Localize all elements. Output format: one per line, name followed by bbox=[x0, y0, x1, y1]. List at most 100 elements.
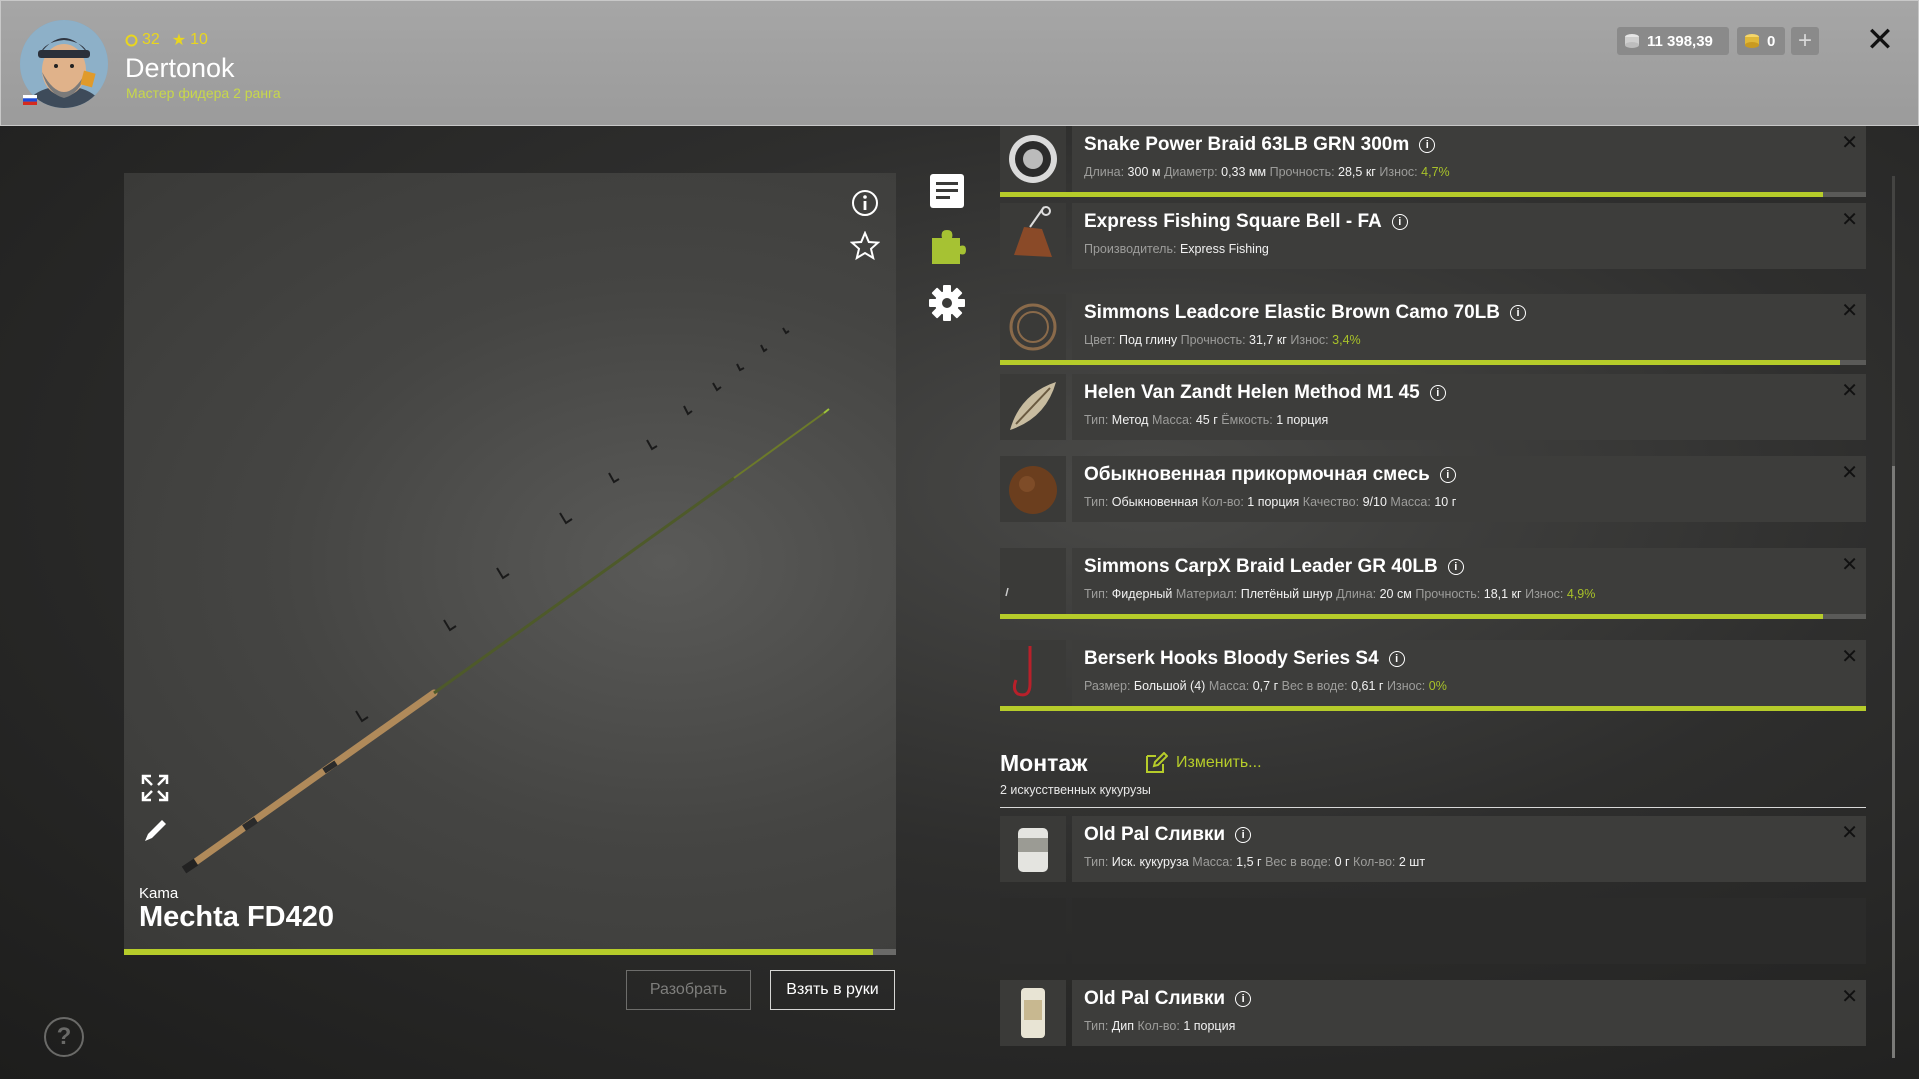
item-details[interactable]: Simmons CarpX Braid Leader GR 40LB i Тип: … bbox=[1072, 548, 1866, 614]
item-title-text: Обыкновенная прикормочная смесь bbox=[1084, 464, 1430, 485]
item-thumbnail-image bbox=[1010, 382, 1056, 430]
bait-title: Old Pal Сливки i bbox=[1084, 988, 1252, 1010]
wear-value: 3,4% bbox=[1332, 333, 1361, 347]
property-label: Масса: bbox=[1208, 679, 1253, 693]
remove-item-button[interactable]: ✕ bbox=[1841, 820, 1858, 845]
item-details[interactable]: Express Fishing Square Bell - FA i Произво… bbox=[1072, 203, 1866, 269]
item-title: Snake Power Braid 63LB GRN 300m i bbox=[1084, 134, 1436, 156]
empty-slot[interactable] bbox=[1000, 898, 1866, 964]
item-thumbnail[interactable] bbox=[1000, 203, 1066, 269]
empty-slot-thumb bbox=[1000, 898, 1066, 964]
item-details[interactable]: Snake Power Braid 63LB GRN 300m i Длина: 3… bbox=[1072, 126, 1866, 192]
item-thumbnail-image bbox=[1005, 587, 1009, 597]
item-row[interactable]: Berserk Hooks Bloody Series S4 i Размер: Б… bbox=[1000, 640, 1866, 711]
gold-amount: 0 bbox=[1767, 32, 1776, 50]
item-row[interactable]: Simmons Leadcore Elastic Brown Camo 70LB… bbox=[1000, 294, 1866, 365]
item-row[interactable]: Snake Power Braid 63LB GRN 300m i Длина: 3… bbox=[1000, 126, 1866, 197]
wear-label: Износ: bbox=[1386, 679, 1429, 693]
item-condition-fill bbox=[1000, 706, 1866, 711]
bait-thumbnail-image bbox=[1021, 988, 1045, 1038]
scrollbar-thumb[interactable] bbox=[1892, 466, 1895, 1058]
expand-icon[interactable] bbox=[140, 773, 170, 803]
item-row[interactable]: Express Fishing Square Bell - FA i Произво… bbox=[1000, 203, 1866, 269]
bait-row[interactable]: Old Pal Сливки i Тип: Дип Кол-во: 1 порция… bbox=[1000, 980, 1866, 1046]
item-row[interactable]: Simmons CarpX Braid Leader GR 40LB i Тип: … bbox=[1000, 548, 1866, 619]
item-title: Berserk Hooks Bloody Series S4 i bbox=[1084, 648, 1405, 670]
help-button[interactable]: ? bbox=[44, 1017, 84, 1057]
property-value: 28,5 кг bbox=[1338, 165, 1376, 179]
puzzle-icon[interactable] bbox=[928, 228, 966, 266]
rename-pen-icon[interactable] bbox=[140, 816, 170, 846]
close-button[interactable]: ✕ bbox=[1865, 23, 1895, 57]
item-details[interactable]: Обыкновенная прикормочная смесь i Тип: Обы… bbox=[1072, 456, 1866, 522]
info-icon[interactable]: i bbox=[1439, 467, 1456, 483]
remove-item-button[interactable]: ✕ bbox=[1841, 552, 1858, 577]
add-currency-button[interactable]: + bbox=[1791, 27, 1819, 55]
item-title-text: Simmons Leadcore Elastic Brown Camo 70LB bbox=[1084, 302, 1501, 323]
info-icon[interactable]: i bbox=[1391, 214, 1408, 230]
item-properties: Размер: Большой (4) Масса: 0,7 г Вес в в… bbox=[1084, 679, 1447, 693]
property-label: Кол-во: bbox=[1137, 1019, 1184, 1033]
property-label: Длина: bbox=[1084, 165, 1128, 179]
item-thumbnail[interactable] bbox=[1000, 294, 1066, 360]
info-icon[interactable]: i bbox=[1447, 559, 1464, 575]
item-details[interactable]: Berserk Hooks Bloody Series S4 i Размер: Б… bbox=[1072, 640, 1866, 706]
level-stat: 32 bbox=[125, 31, 160, 49]
bait-thumbnail[interactable] bbox=[1000, 816, 1066, 882]
disassemble-button[interactable]: Разобрать bbox=[626, 970, 751, 1010]
remove-item-button[interactable]: ✕ bbox=[1841, 298, 1858, 323]
info-icon[interactable]: i bbox=[1429, 385, 1446, 401]
gear-icon[interactable] bbox=[928, 284, 966, 322]
info-icon[interactable]: i bbox=[1419, 137, 1436, 153]
profile-header: 32 ★ 10 Dertonok Мастер фидера 2 ранга 1… bbox=[0, 0, 1919, 126]
take-in-hands-button[interactable]: Взять в руки bbox=[770, 970, 895, 1010]
remove-item-button[interactable]: ✕ bbox=[1841, 378, 1858, 403]
montage-edit-button[interactable]: Изменить... bbox=[1144, 752, 1262, 774]
wear-value: 4,7% bbox=[1421, 165, 1450, 179]
item-thumbnail[interactable] bbox=[1000, 456, 1066, 522]
item-properties: Производитель: Express Fishing bbox=[1084, 242, 1269, 256]
item-properties: Длина: 300 м Диаметр: 0,33 мм Прочность:… bbox=[1084, 165, 1450, 179]
property-value: Фидерный bbox=[1111, 587, 1173, 601]
silver-balance[interactable]: 11 398,39 bbox=[1617, 27, 1729, 55]
bait-details[interactable]: Old Pal Сливки i Тип: Дип Кол-во: 1 порция… bbox=[1072, 980, 1866, 1046]
remove-item-button[interactable]: ✕ bbox=[1841, 984, 1858, 1009]
item-thumbnail[interactable] bbox=[1000, 640, 1066, 706]
property-label: Прочность: bbox=[1180, 333, 1250, 347]
remove-item-button[interactable]: ✕ bbox=[1841, 644, 1858, 669]
rod-info-icon[interactable] bbox=[850, 188, 880, 218]
property-label: Прочность: bbox=[1415, 587, 1484, 601]
property-label: Вес в воде: bbox=[1281, 679, 1352, 693]
info-icon[interactable]: i bbox=[1235, 827, 1252, 843]
property-label: Тип: bbox=[1084, 855, 1112, 869]
gold-balance[interactable]: 0 bbox=[1737, 27, 1785, 55]
rod-image[interactable] bbox=[124, 173, 896, 949]
item-condition-bar bbox=[1000, 614, 1866, 619]
info-icon[interactable]: i bbox=[1388, 651, 1405, 667]
item-thumbnail[interactable] bbox=[1000, 126, 1066, 192]
item-thumbnail-image bbox=[1009, 303, 1057, 351]
remove-item-button[interactable]: ✕ bbox=[1841, 130, 1858, 155]
bait-row[interactable]: Old Pal Сливки i Тип: Иск. кукуруза Масса:… bbox=[1000, 816, 1866, 882]
item-row[interactable]: Helen Van Zandt Helen Method M1 45 i Тип: … bbox=[1000, 374, 1866, 440]
bait-thumbnail[interactable] bbox=[1000, 980, 1066, 1046]
item-thumbnail[interactable] bbox=[1000, 374, 1066, 440]
remove-item-button[interactable]: ✕ bbox=[1841, 207, 1858, 232]
item-details[interactable]: Helen Van Zandt Helen Method M1 45 i Тип: … bbox=[1072, 374, 1866, 440]
info-icon[interactable]: i bbox=[1235, 991, 1252, 1007]
property-value: 9/10 bbox=[1362, 495, 1387, 509]
item-details[interactable]: Simmons Leadcore Elastic Brown Camo 70LB… bbox=[1072, 294, 1866, 360]
info-icon[interactable]: i bbox=[1510, 305, 1527, 321]
item-thumbnail[interactable] bbox=[1000, 548, 1066, 614]
item-title-text: Simmons CarpX Braid Leader GR 40LB bbox=[1084, 556, 1438, 577]
property-value: Плетёный шнур bbox=[1240, 587, 1333, 601]
bait-properties: Тип: Дип Кол-во: 1 порция bbox=[1084, 1019, 1235, 1033]
list-icon[interactable] bbox=[928, 172, 966, 210]
favorite-star-icon[interactable] bbox=[850, 231, 880, 261]
item-properties: Тип: Метод Масса: 45 г Ёмкость: 1 порция bbox=[1084, 413, 1328, 427]
silver-coins-icon bbox=[1625, 34, 1639, 48]
bait-details[interactable]: Old Pal Сливки i Тип: Иск. кукуруза Масса:… bbox=[1072, 816, 1866, 882]
item-condition-fill bbox=[1000, 360, 1841, 365]
item-row[interactable]: Обыкновенная прикормочная смесь i Тип: Обы… bbox=[1000, 456, 1866, 522]
remove-item-button[interactable]: ✕ bbox=[1841, 460, 1858, 485]
